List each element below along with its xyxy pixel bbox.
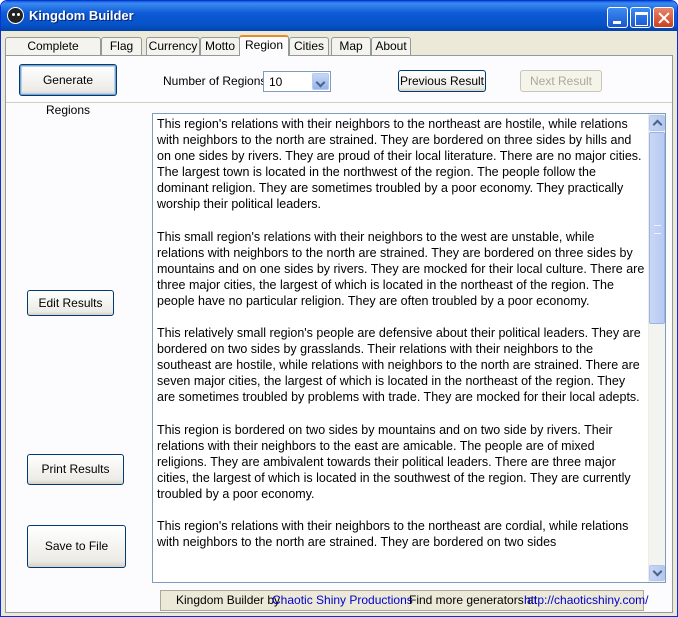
tab-currency[interactable]: Currency (146, 37, 200, 55)
author-link[interactable]: Chaotic Shiny Productions (272, 591, 413, 610)
close-button[interactable] (653, 7, 674, 28)
window-title: Kingdom Builder (29, 8, 134, 23)
footer-more-text: Find more generators at (409, 593, 538, 607)
tab-complete-kingdom[interactable]: Complete Kingdom (5, 37, 101, 69)
tab-map[interactable]: Map (331, 37, 371, 55)
scroll-up-icon[interactable] (649, 115, 665, 131)
website-link[interactable]: http://chaoticshiny.com/ (524, 591, 649, 610)
number-of-regions-select[interactable]: 10 (263, 71, 331, 92)
tab-region[interactable]: Region (239, 35, 289, 56)
results-textbox[interactable]: This region's relations with their neigh… (152, 113, 666, 583)
app-icon[interactable] (7, 7, 24, 24)
scroll-down-icon[interactable] (649, 565, 665, 581)
footer-credits: Kingdom Builder by Chaotic Shiny Product… (160, 590, 649, 611)
print-results-button[interactable]: Print Results (27, 454, 124, 485)
title-bar[interactable]: Kingdom Builder (1, 1, 677, 31)
result-paragraph: This small region's relations with their… (157, 229, 645, 308)
tab-cities[interactable]: Cities (289, 37, 329, 55)
region-tab-panel: Generate Regions Number of Regions: 10 P… (5, 55, 673, 613)
number-of-regions-value: 10 (269, 75, 283, 89)
tab-flag[interactable]: Flag (101, 37, 142, 55)
edit-results-button[interactable]: Edit Results (27, 290, 114, 316)
result-paragraph: This region's relations with their neigh… (157, 117, 642, 212)
toolbar-divider (6, 102, 672, 103)
tab-about[interactable]: About (371, 37, 411, 55)
chevron-down-icon[interactable] (312, 73, 329, 90)
vertical-scrollbar[interactable] (648, 114, 665, 582)
result-paragraph: This relatively small region's people ar… (157, 326, 641, 405)
save-to-file-button[interactable]: Save to File (27, 525, 126, 568)
next-result-button[interactable]: Next Result (520, 70, 602, 92)
maximize-button[interactable] (630, 7, 651, 28)
footer-app-name: Kingdom Builder by (176, 593, 281, 607)
generate-regions-button[interactable]: Generate Regions (19, 64, 117, 117)
previous-result-button[interactable]: Previous Result (398, 70, 486, 92)
results-text: This region's relations with their neigh… (157, 116, 645, 566)
number-of-regions-label: Number of Regions: (163, 74, 270, 88)
app-window: Kingdom Builder Complete Kingdom Flag Cu… (0, 0, 678, 617)
tab-motto[interactable]: Motto (200, 37, 240, 55)
result-paragraph: This region's relations with their neigh… (157, 518, 629, 550)
minimize-button[interactable] (607, 7, 628, 28)
result-paragraph: This region is bordered on two sides by … (157, 422, 631, 501)
scrollbar-thumb[interactable] (649, 132, 665, 324)
